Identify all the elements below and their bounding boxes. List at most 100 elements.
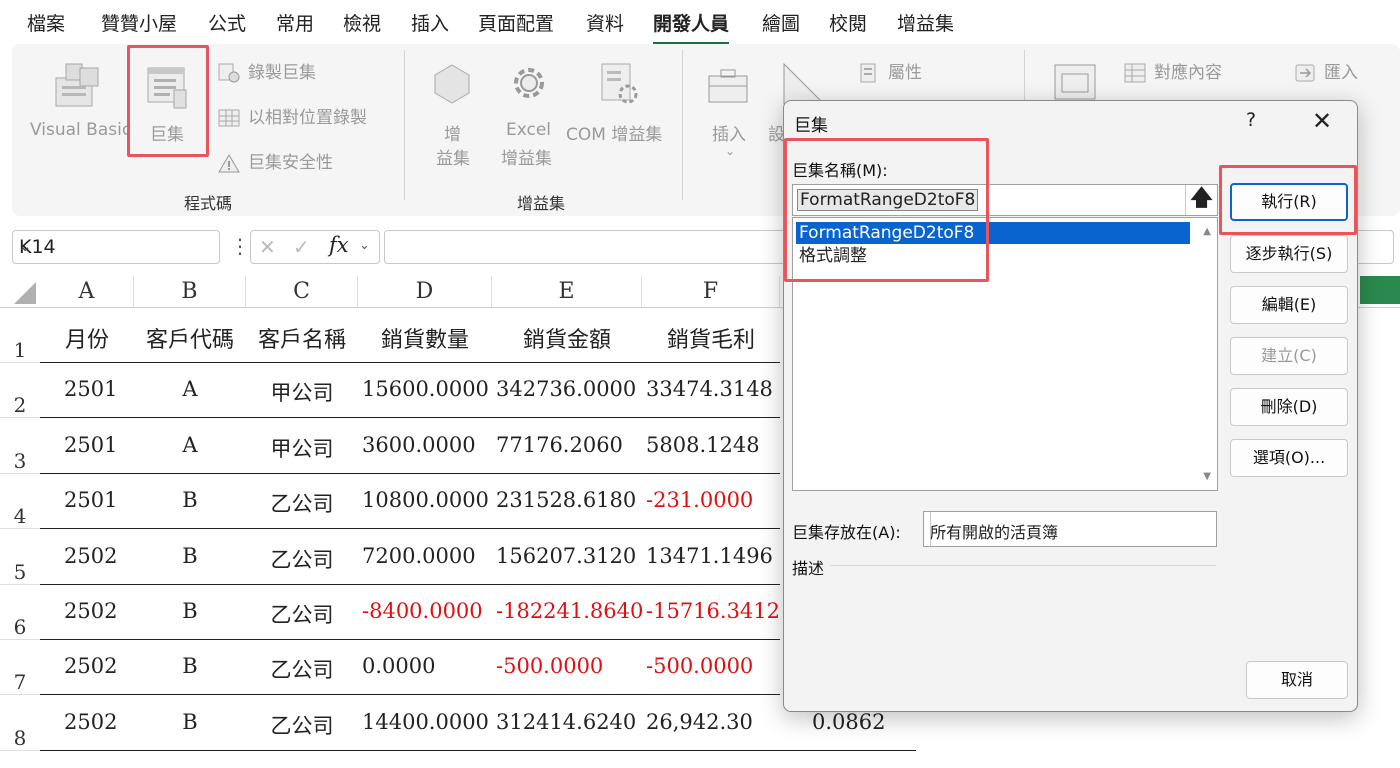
header-cell[interactable]: 客戶代碼 <box>134 322 246 354</box>
row-header-8[interactable]: 8 <box>0 696 40 751</box>
run-button[interactable]: 執行(R) <box>1230 183 1348 221</box>
macros-in-select[interactable]: 所有開啟的活頁簿 ⌄ <box>923 511 1217 547</box>
record-macro-button[interactable]: 錄製巨集 <box>218 58 316 83</box>
table-cell[interactable]: 乙公司 <box>246 654 358 684</box>
table-cell[interactable]: 乙公司 <box>246 544 358 574</box>
map-properties-button[interactable]: 對應內容 <box>1124 58 1222 83</box>
table-cell[interactable]: 3600.0000 <box>362 433 476 457</box>
table-cell[interactable]: 乙公司 <box>246 488 358 518</box>
macros-button[interactable]: 巨集 <box>150 120 184 145</box>
step-into-button[interactable]: 逐步執行(S) <box>1230 235 1348 273</box>
table-cell[interactable]: B <box>134 488 246 512</box>
table-cell[interactable]: 2502 <box>64 710 117 734</box>
name-box[interactable]: K14 ⌄ <box>12 230 220 264</box>
table-cell[interactable]: 2501 <box>64 377 117 401</box>
macro-name-input[interactable]: FormatRangeD2toF8 🡅 <box>792 184 1218 216</box>
macro-security-button[interactable]: 巨集安全性 <box>218 148 333 173</box>
table-cell[interactable]: A <box>134 377 246 401</box>
table-cell[interactable]: 77176.2060 <box>496 433 623 457</box>
delete-button[interactable]: 刪除(D) <box>1230 388 1348 426</box>
table-cell[interactable]: -182241.8640 <box>496 599 643 623</box>
tab-view[interactable]: 檢視 <box>343 9 381 36</box>
table-cell[interactable]: 2502 <box>64 654 117 678</box>
table-cell[interactable]: 2502 <box>64 599 117 623</box>
tab-file[interactable]: 檔案 <box>27 9 65 36</box>
row-header-4[interactable]: 4 <box>0 474 40 529</box>
tab-addins[interactable]: 增益集 <box>897 9 954 36</box>
table-cell[interactable]: 2502 <box>64 544 117 568</box>
table-cell[interactable]: 5808.1248 <box>646 433 760 457</box>
tab-data[interactable]: 資料 <box>586 9 624 36</box>
table-cell[interactable]: B <box>134 710 246 734</box>
enter-check-icon[interactable]: ✓ <box>293 235 310 259</box>
table-cell[interactable]: 231528.6180 <box>496 488 636 512</box>
table-cell[interactable]: 15600.0000 <box>362 377 489 401</box>
row-header-7[interactable]: 7 <box>0 640 40 695</box>
row-header-3[interactable]: 3 <box>0 419 40 474</box>
table-cell[interactable]: 156207.3120 <box>496 544 636 568</box>
row-header-5[interactable]: 5 <box>0 530 40 585</box>
properties-button[interactable]: 屬性 <box>858 58 922 83</box>
table-cell[interactable]: 甲公司 <box>246 433 358 463</box>
com-addins-button[interactable]: COM 增益集 <box>566 120 662 145</box>
tab-home[interactable]: 常用 <box>276 9 314 36</box>
select-all-corner[interactable] <box>0 276 40 308</box>
cell-g8[interactable]: 0.0862 <box>812 710 885 734</box>
table-cell[interactable]: -8400.0000 <box>362 599 483 623</box>
table-cell[interactable]: 甲公司 <box>246 377 358 407</box>
row-header-2[interactable]: 2 <box>0 363 40 418</box>
cancel-icon[interactable]: ✕ <box>259 235 276 259</box>
table-cell[interactable]: 0.0000 <box>362 654 435 678</box>
import-button[interactable]: 匯入 <box>1294 58 1358 83</box>
more-options-icon[interactable]: ⋮ <box>230 234 250 258</box>
cancel-button[interactable]: 取消 <box>1246 661 1348 699</box>
header-cell[interactable]: 銷貨毛利 <box>642 322 780 354</box>
table-cell[interactable]: 33474.3148 <box>646 377 773 401</box>
row-header-6[interactable]: 6 <box>0 585 40 640</box>
header-cell[interactable]: 銷貨金額 <box>492 322 642 354</box>
header-cell[interactable]: 月份 <box>40 322 134 354</box>
table-cell[interactable]: 乙公司 <box>246 599 358 629</box>
tab-page-layout[interactable]: 頁面配置 <box>478 9 554 36</box>
table-cell[interactable]: -15716.3412 <box>646 599 780 623</box>
scroll-up-icon[interactable]: ▲ <box>1203 226 1211 237</box>
tab-formulas[interactable]: 公式 <box>208 9 246 36</box>
addins-button[interactable]: 增 <box>444 120 461 145</box>
tab-insert[interactable]: 插入 <box>411 9 449 36</box>
close-icon[interactable]: ✕ <box>1312 107 1332 135</box>
chevron-down-icon[interactable]: ⌄ <box>930 512 956 546</box>
macro-list[interactable]: FormatRangeD2toF8 格式調整 ▲ ▼ <box>792 217 1218 491</box>
table-cell[interactable]: 312414.6240 <box>496 710 636 734</box>
help-icon[interactable]: ? <box>1246 109 1256 131</box>
options-button[interactable]: 選項(O)... <box>1230 439 1348 477</box>
table-cell[interactable]: -231.0000 <box>646 488 753 512</box>
header-cell[interactable]: 客戶名稱 <box>246 322 358 354</box>
list-item[interactable]: FormatRangeD2toF8 <box>796 222 1190 244</box>
table-cell[interactable]: 2501 <box>64 488 117 512</box>
create-button[interactable]: 建立(C) <box>1230 337 1348 375</box>
fx-chevron-down-icon[interactable]: ⌄ <box>359 238 370 253</box>
relative-reference-button[interactable]: 以相對位置錄製 <box>218 103 367 128</box>
tab-developer[interactable]: 開發人員 <box>653 9 730 45</box>
table-cell[interactable]: B <box>134 599 246 623</box>
arrow-up-icon[interactable]: 🡅 <box>1185 185 1217 215</box>
table-cell[interactable]: B <box>134 654 246 678</box>
column-header-e[interactable]: E <box>492 276 642 308</box>
table-cell[interactable]: 7200.0000 <box>362 544 476 568</box>
column-header-b[interactable]: B <box>134 276 246 308</box>
chevron-down-icon[interactable]: ⌄ <box>19 237 213 255</box>
table-cell[interactable]: 342736.0000 <box>496 377 636 401</box>
tab-draw[interactable]: 繪圖 <box>762 9 800 36</box>
column-header-c[interactable]: C <box>246 276 358 308</box>
column-header-d[interactable]: D <box>358 276 492 308</box>
visual-basic-button[interactable]: Visual Basic <box>30 120 131 140</box>
edit-button[interactable]: 編輯(E) <box>1230 286 1348 324</box>
tab-custom[interactable]: 贊贊小屋 <box>101 9 177 36</box>
column-header-a[interactable]: A <box>40 276 134 308</box>
table-cell[interactable]: 乙公司 <box>246 710 358 740</box>
table-cell[interactable]: -500.0000 <box>646 654 753 678</box>
scroll-down-icon[interactable]: ▼ <box>1203 471 1211 482</box>
table-cell[interactable]: 13471.1496 <box>646 544 773 568</box>
tab-review[interactable]: 校閱 <box>829 9 867 36</box>
column-header-f[interactable]: F <box>642 276 780 308</box>
